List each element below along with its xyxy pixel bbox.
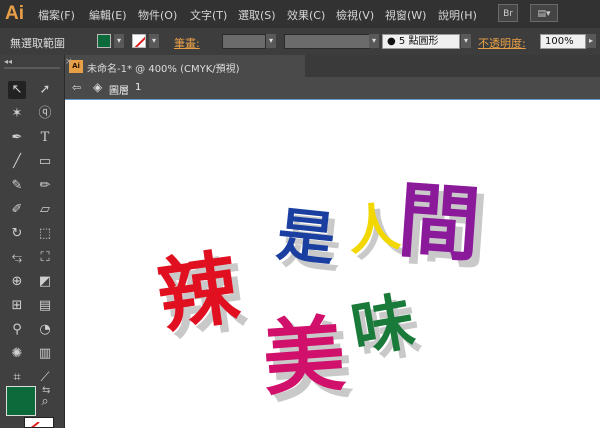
menu-view[interactable]: 檢視(V) bbox=[336, 7, 374, 23]
menu-effect[interactable]: 效果(C) bbox=[287, 7, 325, 23]
perspective-grid-tool-icon[interactable]: ◩ bbox=[36, 273, 54, 291]
menu-window[interactable]: 視窗(W) bbox=[385, 7, 426, 23]
layer-breadcrumb-bar: ⇦ ◈ 圖層 1 bbox=[65, 77, 600, 100]
selection-status: 無選取範圍 bbox=[10, 37, 65, 50]
scale-tool-icon[interactable]: ⬚ bbox=[36, 225, 54, 243]
stroke-weight-dropdown-arrow[interactable]: ▾ bbox=[266, 34, 276, 48]
art-glyph-wei[interactable]: 味 bbox=[346, 284, 420, 367]
opacity-input[interactable]: 100% bbox=[540, 34, 586, 49]
stroke-weight-input[interactable] bbox=[222, 34, 266, 49]
swap-colors-icon[interactable]: ⇆ bbox=[42, 385, 50, 396]
control-bar: 無選取範圍 ▾ ▾ 筆畫: ▾ ▾ ● 5 點圓形 ▾ 不透明度: 100% ▸ bbox=[0, 28, 600, 56]
collapse-panel-icon[interactable]: ◂◂ bbox=[4, 57, 12, 66]
brush-dot-icon: ● bbox=[387, 36, 396, 47]
art-glyph-shi[interactable]: 是 bbox=[274, 200, 339, 274]
fill-dropdown-arrow[interactable]: ▾ bbox=[114, 34, 124, 48]
brush-dropdown-arrow[interactable]: ▾ bbox=[461, 34, 471, 48]
layers-icon: ◈ bbox=[93, 80, 103, 94]
menu-type[interactable]: 文字(T) bbox=[190, 7, 227, 23]
menu-select[interactable]: 選取(S) bbox=[238, 7, 276, 23]
none-stroke-icon bbox=[134, 36, 145, 47]
selection-tool-icon[interactable]: ↖ bbox=[8, 81, 26, 99]
arrange-documents-button[interactable]: ▤▾ bbox=[530, 4, 558, 22]
symbol-sprayer-tool-icon[interactable]: ✺ bbox=[8, 345, 26, 363]
brush-definition[interactable]: ● 5 點圓形 bbox=[382, 34, 460, 49]
mesh-tool-icon[interactable]: ⊞ bbox=[8, 297, 26, 315]
art-glyph-la[interactable]: 辣 bbox=[152, 241, 244, 344]
magic-wand-tool-icon[interactable]: ✶ bbox=[8, 105, 26, 123]
eyedropper-tool-icon[interactable]: ⚲ bbox=[8, 321, 26, 339]
type-tool-icon[interactable]: T bbox=[36, 129, 54, 147]
menu-bar: Ai 檔案(F) 編輯(E) 物件(O) 文字(T) 選取(S) 效果(C) 檢… bbox=[0, 0, 600, 28]
opacity-label[interactable]: 不透明度: bbox=[478, 35, 526, 51]
lasso-tool-icon[interactable]: ⓠ bbox=[36, 105, 54, 123]
panel-grip bbox=[4, 67, 60, 69]
direct-selection-tool-icon[interactable]: ➚ bbox=[36, 81, 54, 99]
tools-panel: ◂◂ ↖ ➚ ✶ ⓠ ✒ T ╱ ▭ ✎ ✏ ✐ ▱ ↻ ⬚ ⥃ ⛶ ⊕ ◩ ⊞… bbox=[0, 55, 65, 428]
bridge-button[interactable]: Br bbox=[498, 4, 518, 22]
document-tab[interactable]: Ai 未命名-1* @ 400% (CMYK/預視) × bbox=[65, 55, 305, 77]
rectangle-tool-icon[interactable]: ▭ bbox=[36, 153, 54, 171]
back-arrow-icon[interactable]: ⇦ bbox=[72, 81, 81, 94]
document-tab-bar: Ai 未命名-1* @ 400% (CMYK/預視) × bbox=[65, 55, 600, 77]
layer-number: 1 bbox=[135, 82, 142, 93]
stroke-dropdown-arrow[interactable]: ▾ bbox=[149, 34, 159, 48]
line-segment-tool-icon[interactable]: ╱ bbox=[8, 153, 26, 171]
art-glyph-ren[interactable]: 人 bbox=[345, 197, 403, 262]
layer-name[interactable]: 圖層 bbox=[109, 82, 129, 97]
pen-tool-icon[interactable]: ✒ bbox=[8, 129, 26, 147]
opacity-dropdown-arrow[interactable]: ▸ bbox=[586, 34, 596, 48]
shape-builder-tool-icon[interactable]: ⊕ bbox=[8, 273, 26, 291]
artboard-tool-icon[interactable]: ⌗ bbox=[8, 369, 26, 387]
eraser-tool-icon[interactable]: ▱ bbox=[36, 201, 54, 219]
fill-swatch[interactable] bbox=[97, 34, 111, 48]
free-transform-tool-icon[interactable]: ⛶ bbox=[36, 249, 54, 267]
pencil-tool-icon[interactable]: ✏ bbox=[36, 177, 54, 195]
artboard-canvas[interactable]: 辣 辣 是 是 人 人 間 間 美 美 味 味 bbox=[65, 100, 600, 428]
menu-object[interactable]: 物件(O) bbox=[138, 7, 177, 23]
menu-edit[interactable]: 編輯(E) bbox=[89, 7, 127, 23]
column-graph-tool-icon[interactable]: ▥ bbox=[36, 345, 54, 363]
close-tab-icon[interactable]: × bbox=[65, 57, 73, 67]
profile-dropdown-arrow[interactable]: ▾ bbox=[369, 34, 379, 48]
fill-color-box[interactable] bbox=[6, 386, 36, 416]
stroke-swatch[interactable] bbox=[132, 34, 146, 48]
document-title: 未命名-1* @ 400% (CMYK/預視) bbox=[87, 64, 240, 75]
gradient-tool-icon[interactable]: ▤ bbox=[36, 297, 54, 315]
menu-help[interactable]: 說明(H) bbox=[438, 7, 477, 23]
rotate-tool-icon[interactable]: ↻ bbox=[8, 225, 26, 243]
blend-tool-icon[interactable]: ◔ bbox=[36, 321, 54, 339]
app-logo: Ai bbox=[5, 3, 24, 24]
paintbrush-tool-icon[interactable]: ✎ bbox=[8, 177, 26, 195]
brush-definition-value: 5 點圓形 bbox=[398, 36, 439, 47]
stroke-color-box[interactable] bbox=[24, 417, 54, 428]
width-tool-icon[interactable]: ⥃ bbox=[8, 249, 26, 267]
none-stroke-icon bbox=[31, 421, 40, 427]
art-glyph-mei[interactable]: 美 bbox=[260, 307, 348, 407]
art-glyph-jian[interactable]: 間 bbox=[395, 173, 483, 273]
menu-file[interactable]: 檔案(F) bbox=[38, 7, 75, 23]
stroke-label[interactable]: 筆畫: bbox=[174, 35, 200, 51]
blob-brush-tool-icon[interactable]: ✐ bbox=[8, 201, 26, 219]
variable-width-profile[interactable] bbox=[284, 34, 370, 49]
